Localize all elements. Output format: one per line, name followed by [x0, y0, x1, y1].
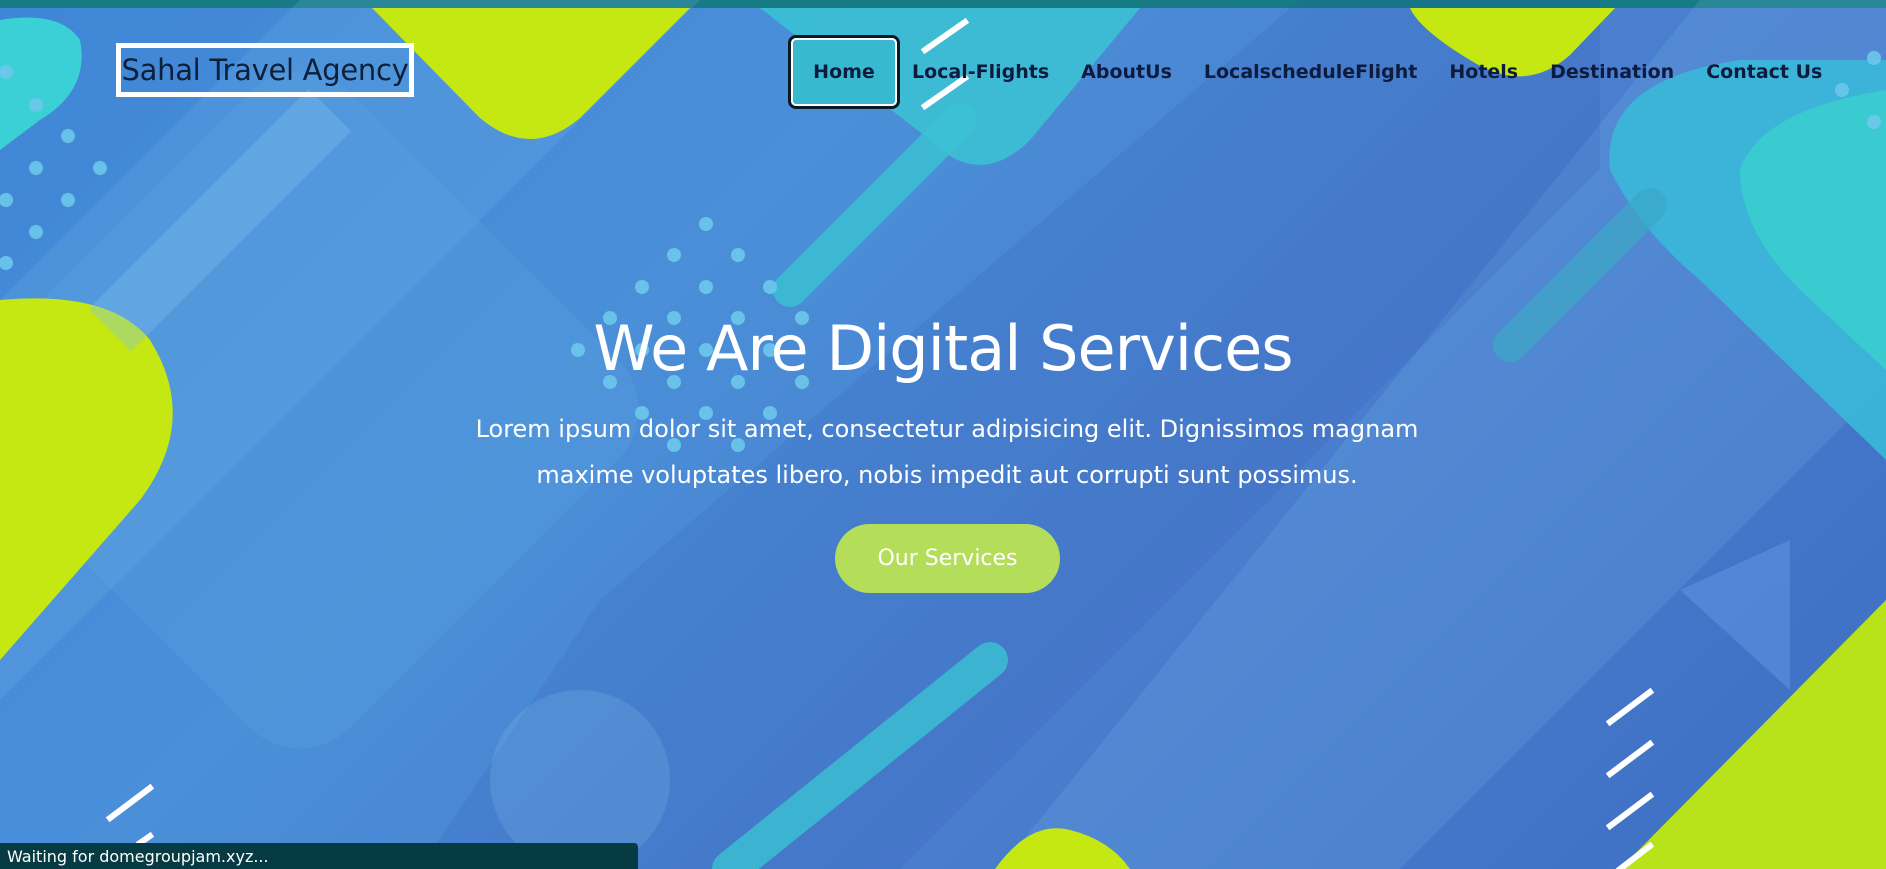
nav-item-local-schedule-flight[interactable]: LocalscheduleFlight: [1204, 61, 1417, 83]
page: Sahal Travel Agency Home Local-Flights A…: [0, 0, 1886, 869]
nav-item-local-flights[interactable]: Local-Flights: [912, 61, 1049, 83]
nav-item-about-us[interactable]: AboutUs: [1081, 61, 1172, 83]
nav-item-hotels[interactable]: Hotels: [1449, 61, 1518, 83]
hero-description: Lorem ipsum dolor sit amet, consectetur …: [475, 415, 1419, 489]
our-services-button[interactable]: Our Services: [835, 524, 1060, 593]
brand-logo[interactable]: Sahal Travel Agency: [116, 43, 414, 97]
hero-title: We Are Digital Services: [593, 312, 1293, 385]
status-text: Waiting for domegroupjam.xyz...: [7, 846, 269, 866]
nav-item-home[interactable]: Home: [788, 35, 900, 109]
nav-item-destination[interactable]: Destination: [1550, 61, 1674, 83]
brand-name: Sahal Travel Agency: [121, 53, 409, 87]
browser-status-bar: Waiting for domegroupjam.xyz...: [0, 843, 638, 869]
main-nav: Home Local-Flights AboutUs Localschedule…: [788, 35, 1854, 109]
nav-item-contact-us[interactable]: Contact Us: [1706, 61, 1822, 83]
